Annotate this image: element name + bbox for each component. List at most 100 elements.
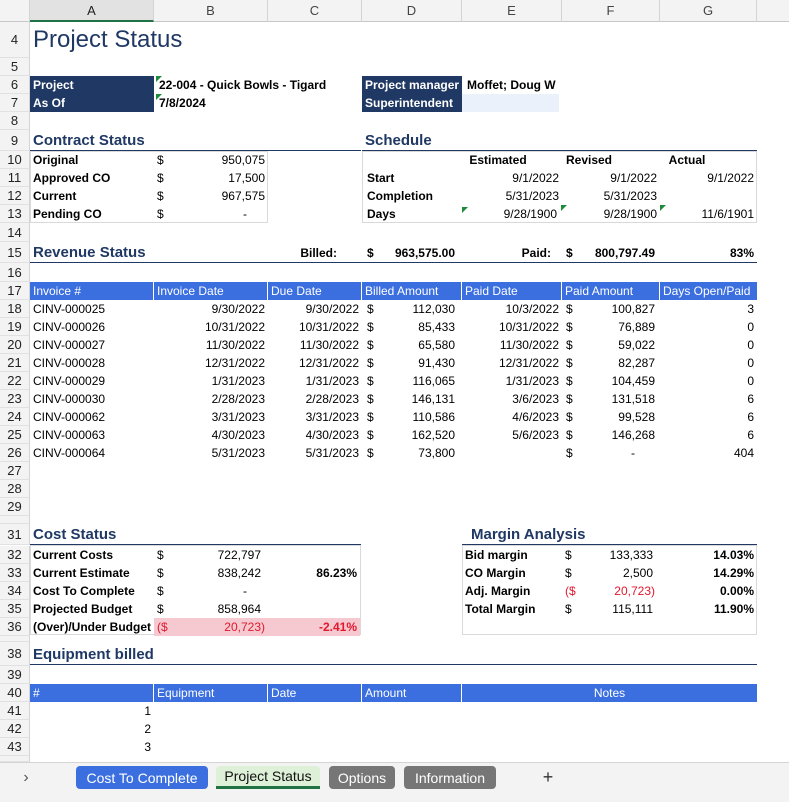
row-header[interactable]: 21 <box>0 354 30 372</box>
paid-amount-col-header[interactable]: Paid Amount <box>562 282 660 300</box>
tab-options[interactable]: Options <box>329 766 395 789</box>
tab-information[interactable]: Information <box>404 766 496 789</box>
days-open[interactable]: 3 <box>660 300 757 318</box>
row-header[interactable]: 29 <box>0 498 30 516</box>
cost-value[interactable]: 20,723) <box>184 618 268 636</box>
cost-value[interactable]: 838,242 <box>184 564 264 582</box>
margin-value[interactable]: 115,111 <box>580 600 656 618</box>
due-date[interactable]: 3/31/2023 <box>268 408 362 426</box>
margin-value[interactable]: 20,723) <box>580 582 658 600</box>
row-header[interactable]: 9 <box>0 130 30 151</box>
column-header-d[interactable]: D <box>362 0 462 22</box>
cost-percent[interactable] <box>268 546 360 564</box>
row-header[interactable]: 28 <box>0 480 30 498</box>
schedule-actual[interactable]: 11/6/1901 <box>660 205 757 223</box>
paid-amount[interactable]: - <box>580 444 638 462</box>
invoice-date[interactable]: 3/31/2023 <box>154 408 268 426</box>
paid-date[interactable] <box>462 444 562 462</box>
paid-amount[interactable]: 82,287 <box>580 354 658 372</box>
invoice-number[interactable]: CINV-000030 <box>30 390 154 408</box>
paid-date[interactable]: 3/6/2023 <box>462 390 562 408</box>
add-sheet-icon[interactable]: + <box>536 766 560 789</box>
billed-total[interactable]: 963,575.00 <box>380 242 458 263</box>
select-all-corner[interactable] <box>0 0 30 22</box>
cost-value[interactable]: - <box>184 582 250 600</box>
due-date[interactable]: 5/31/2023 <box>268 444 362 462</box>
due-date[interactable]: 10/31/2022 <box>268 318 362 336</box>
paid-date[interactable]: 10/31/2022 <box>462 318 562 336</box>
days-open[interactable]: 6 <box>660 408 757 426</box>
margin-percent[interactable]: 0.00% <box>660 582 757 600</box>
invoice-number[interactable]: CINV-000064 <box>30 444 154 462</box>
paid-amount[interactable]: 146,268 <box>580 426 658 444</box>
billed-amount[interactable]: 85,433 <box>380 318 458 336</box>
billed-amount[interactable]: 110,586 <box>380 408 458 426</box>
row-header[interactable] <box>0 516 30 524</box>
row-header[interactable]: 22 <box>0 372 30 390</box>
invoice-number[interactable]: CINV-000025 <box>30 300 154 318</box>
row-header[interactable]: 36 <box>0 618 30 636</box>
column-header-c[interactable]: C <box>268 0 362 22</box>
column-header-b[interactable]: B <box>154 0 268 22</box>
invoice-number[interactable]: CINV-000028 <box>30 354 154 372</box>
invoice-number[interactable]: CINV-000026 <box>30 318 154 336</box>
tab-project-status[interactable]: Project Status <box>216 766 320 789</box>
row-header[interactable]: 23 <box>0 390 30 408</box>
column-header-a[interactable]: A <box>30 0 154 22</box>
days-open[interactable]: 0 <box>660 354 757 372</box>
paid-date[interactable]: 1/31/2023 <box>462 372 562 390</box>
as-of-value[interactable]: 7/8/2024 <box>156 94 361 112</box>
paid-date[interactable]: 10/3/2022 <box>462 300 562 318</box>
cost-value[interactable]: 722,797 <box>184 546 264 564</box>
paid-total[interactable]: 800,797.49 <box>580 242 658 263</box>
cost-percent[interactable]: -2.41% <box>268 618 360 636</box>
row-header[interactable]: 7 <box>0 94 30 112</box>
invoice-date[interactable]: 2/28/2023 <box>154 390 268 408</box>
row-header[interactable]: 16 <box>0 263 30 282</box>
invoice-date[interactable]: 4/30/2023 <box>154 426 268 444</box>
margin-percent[interactable]: 14.29% <box>660 564 757 582</box>
days-open[interactable]: 0 <box>660 318 757 336</box>
invoice-date[interactable]: 12/31/2022 <box>154 354 268 372</box>
billed-amount-col-header[interactable]: Billed Amount <box>362 282 462 300</box>
paid-date[interactable]: 5/6/2023 <box>462 426 562 444</box>
billed-amount[interactable]: 146,131 <box>380 390 458 408</box>
row-header[interactable]: 13 <box>0 205 30 223</box>
paid-date-col-header[interactable]: Paid Date <box>462 282 562 300</box>
schedule-estimated[interactable]: 9/1/2022 <box>462 169 562 187</box>
due-date[interactable]: 12/31/2022 <box>268 354 362 372</box>
invoice-date[interactable]: 9/30/2022 <box>154 300 268 318</box>
row-header[interactable]: 4 <box>0 22 30 58</box>
paid-date[interactable]: 11/30/2022 <box>462 336 562 354</box>
invoice-number[interactable]: CINV-000062 <box>30 408 154 426</box>
margin-value[interactable]: 133,333 <box>580 546 656 564</box>
contract-value[interactable]: 950,075 <box>184 151 268 169</box>
paid-amount[interactable]: 76,889 <box>580 318 658 336</box>
row-header[interactable]: 34 <box>0 582 30 600</box>
equipment-date-col-header[interactable]: Date <box>268 684 362 702</box>
schedule-estimated[interactable]: 9/28/1900 <box>462 205 560 223</box>
billed-amount[interactable]: 73,800 <box>380 444 458 462</box>
equipment-number[interactable]: 3 <box>30 738 154 756</box>
invoice-number[interactable]: CINV-000029 <box>30 372 154 390</box>
row-header[interactable]: 15 <box>0 242 30 263</box>
row-header[interactable]: 18 <box>0 300 30 318</box>
days-open[interactable]: 404 <box>660 444 757 462</box>
paid-amount[interactable]: 99,528 <box>580 408 658 426</box>
row-header[interactable]: 39 <box>0 666 30 684</box>
row-header[interactable]: 26 <box>0 444 30 462</box>
row-header[interactable]: 6 <box>0 76 30 94</box>
cost-percent[interactable] <box>268 600 360 618</box>
column-header-e[interactable]: E <box>462 0 562 22</box>
row-header[interactable]: 17 <box>0 282 30 300</box>
billed-amount[interactable]: 116,065 <box>380 372 458 390</box>
row-header[interactable]: 31 <box>0 524 30 545</box>
invoice-number[interactable]: CINV-000063 <box>30 426 154 444</box>
schedule-revised[interactable]: 9/28/1900 <box>562 205 660 223</box>
row-header[interactable]: 43 <box>0 738 30 756</box>
days-open[interactable]: 6 <box>660 390 757 408</box>
days-open[interactable]: 0 <box>660 336 757 354</box>
row-header[interactable]: 20 <box>0 336 30 354</box>
row-header[interactable]: 19 <box>0 318 30 336</box>
days-open[interactable]: 0 <box>660 372 757 390</box>
